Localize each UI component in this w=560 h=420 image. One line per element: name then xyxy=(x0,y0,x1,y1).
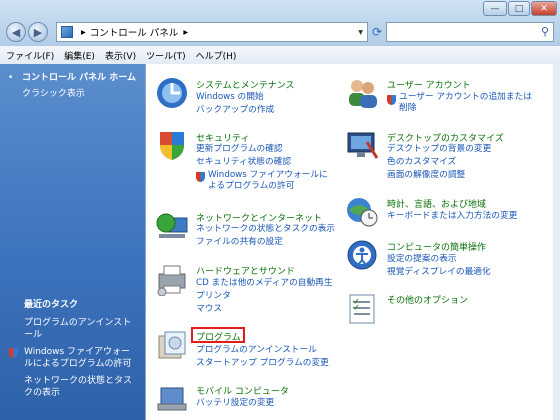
uac-shield-icon xyxy=(9,348,18,358)
back-button[interactable]: ◀ xyxy=(6,22,26,42)
hardware-printer-icon xyxy=(157,265,186,296)
security-shield-icon xyxy=(160,132,184,160)
category-security[interactable]: セキュリティ xyxy=(196,131,249,144)
breadcrumb-separator: ▸ xyxy=(81,26,86,38)
category-system-maintenance[interactable]: システムとメンテナンス xyxy=(196,78,295,91)
link-printers[interactable]: プリンタ xyxy=(196,291,231,302)
uac-shield-icon xyxy=(387,95,396,105)
category-desktop-customization[interactable]: デスクトップのカスタマイズ xyxy=(387,131,504,144)
address-dropdown-icon[interactable]: ▾ xyxy=(358,27,363,38)
mobile-pc-icon xyxy=(157,387,187,411)
uac-shield-icon xyxy=(196,172,205,182)
link-check-updates[interactable]: 更新プログラムの確認 xyxy=(196,144,283,155)
link-network-status[interactable]: ネットワークの状態とタスクの表示 xyxy=(196,224,335,235)
link-customize-colors[interactable]: 色のカスタマイズ xyxy=(387,157,456,168)
link-autoplay[interactable]: CD または他のメディアの自動再生 xyxy=(196,278,333,289)
refresh-icon: ⟳ xyxy=(371,25,383,39)
search-icon: ⚲ xyxy=(540,25,549,38)
category-mobile-pc[interactable]: モバイル コンピュータ xyxy=(196,384,289,397)
recent-tasks-header: 最近のタスク xyxy=(24,300,79,310)
link-keyboard-input[interactable]: キーボードまたは入力方法の変更 xyxy=(387,211,517,222)
desktop-customization-icon xyxy=(347,132,379,159)
menu-view[interactable]: 表示(V) xyxy=(105,49,136,62)
link-suggested-settings[interactable]: 設定の提案の表示 xyxy=(387,254,457,265)
link-create-backup[interactable]: バックアップの作成 xyxy=(196,105,274,116)
category-programs[interactable]: プログラム xyxy=(196,330,241,343)
link-firewall-allow[interactable]: Windows ファイアウォールによるプログラムの許可 xyxy=(208,170,336,192)
forward-button[interactable]: ▶ xyxy=(28,22,48,42)
network-globe-icon xyxy=(156,213,188,238)
minimize-button[interactable]: — xyxy=(483,1,507,16)
category-network-internet[interactable]: ネットワークとインターネット xyxy=(196,211,322,224)
vertical-scrollbar[interactable] xyxy=(553,64,560,420)
link-add-remove-accounts[interactable]: ユーザー アカウントの追加または削除 xyxy=(399,92,539,114)
bullet-icon: • xyxy=(8,73,14,83)
search-input[interactable]: ⚲ xyxy=(386,22,554,42)
link-desktop-background[interactable]: デスクトップの背景の変更 xyxy=(387,144,491,155)
ease-of-access-icon xyxy=(347,240,377,270)
menu-bar: ファイル(F) 編集(E) 表示(V) ツール(T) ヘルプ(H) xyxy=(0,45,560,64)
link-mouse[interactable]: マウス xyxy=(196,304,222,315)
breadcrumb-control-panel[interactable]: コントロール パネル xyxy=(90,25,179,39)
window-chrome: — □ ✕ ◀ ▶ ▸ コントロール パネル ▸ ▾ ⟳ ⚲ ファイル(F) 編… xyxy=(0,0,560,65)
back-arrow-icon: ◀ xyxy=(11,25,21,39)
link-optimize-display[interactable]: 視覚ディスプレイの最適化 xyxy=(387,267,491,278)
other-options-icon xyxy=(349,294,375,324)
address-bar[interactable]: ▸ コントロール パネル ▸ ▾ xyxy=(56,22,368,42)
link-windows-start[interactable]: Windows の開始 xyxy=(196,92,264,103)
user-accounts-icon xyxy=(349,80,377,108)
category-user-accounts[interactable]: ユーザー アカウント xyxy=(387,78,471,91)
link-battery-settings[interactable]: バッテリ設定の変更 xyxy=(196,398,274,409)
link-security-status[interactable]: セキュリティ状態の確認 xyxy=(196,157,291,168)
programs-icon xyxy=(158,331,186,359)
link-startup-programs[interactable]: スタートアップ プログラムの変更 xyxy=(196,358,329,369)
maximize-button[interactable]: □ xyxy=(508,1,530,16)
system-maintenance-icon xyxy=(157,78,187,108)
category-clock-language-region[interactable]: 時計、言語、および地域 xyxy=(387,197,486,210)
category-other-options[interactable]: その他のオプション xyxy=(387,293,468,306)
refresh-button[interactable]: ⟳ xyxy=(368,22,386,42)
sidebar-classic-view-link[interactable]: クラシック表示 xyxy=(22,88,85,100)
close-button[interactable]: ✕ xyxy=(531,1,557,16)
category-ease-of-access[interactable]: コンピュータの簡単操作 xyxy=(387,240,486,253)
menu-file[interactable]: ファイル(F) xyxy=(6,49,54,62)
link-screen-resolution[interactable]: 画面の解像度の調整 xyxy=(387,170,465,181)
recent-task-firewall[interactable]: Windows ファイアウォールによるプログラムの許可 xyxy=(24,346,138,370)
link-uninstall-program[interactable]: プログラムのアンインストール xyxy=(196,345,317,356)
control-panel-icon xyxy=(61,26,73,38)
link-file-sharing[interactable]: ファイルの共有の設定 xyxy=(196,237,283,248)
breadcrumb-separator: ▸ xyxy=(183,26,189,38)
sidebar-home-link[interactable]: コントロール パネル ホーム xyxy=(22,72,136,84)
task-sidebar: • コントロール パネル ホーム クラシック表示 最近のタスク プログラムのアン… xyxy=(0,64,145,420)
forward-arrow-icon: ▶ xyxy=(33,25,43,39)
menu-help[interactable]: ヘルプ(H) xyxy=(196,49,237,62)
menu-edit[interactable]: 編集(E) xyxy=(64,49,95,62)
clock-language-icon xyxy=(347,198,378,227)
category-hardware-sound[interactable]: ハードウェアとサウンド xyxy=(196,264,295,277)
recent-task-network[interactable]: ネットワークの状態とタスクの表示 xyxy=(24,375,138,399)
recent-task-uninstall[interactable]: プログラムのアンインストール xyxy=(24,317,138,341)
menu-tools[interactable]: ツール(T) xyxy=(146,49,186,62)
